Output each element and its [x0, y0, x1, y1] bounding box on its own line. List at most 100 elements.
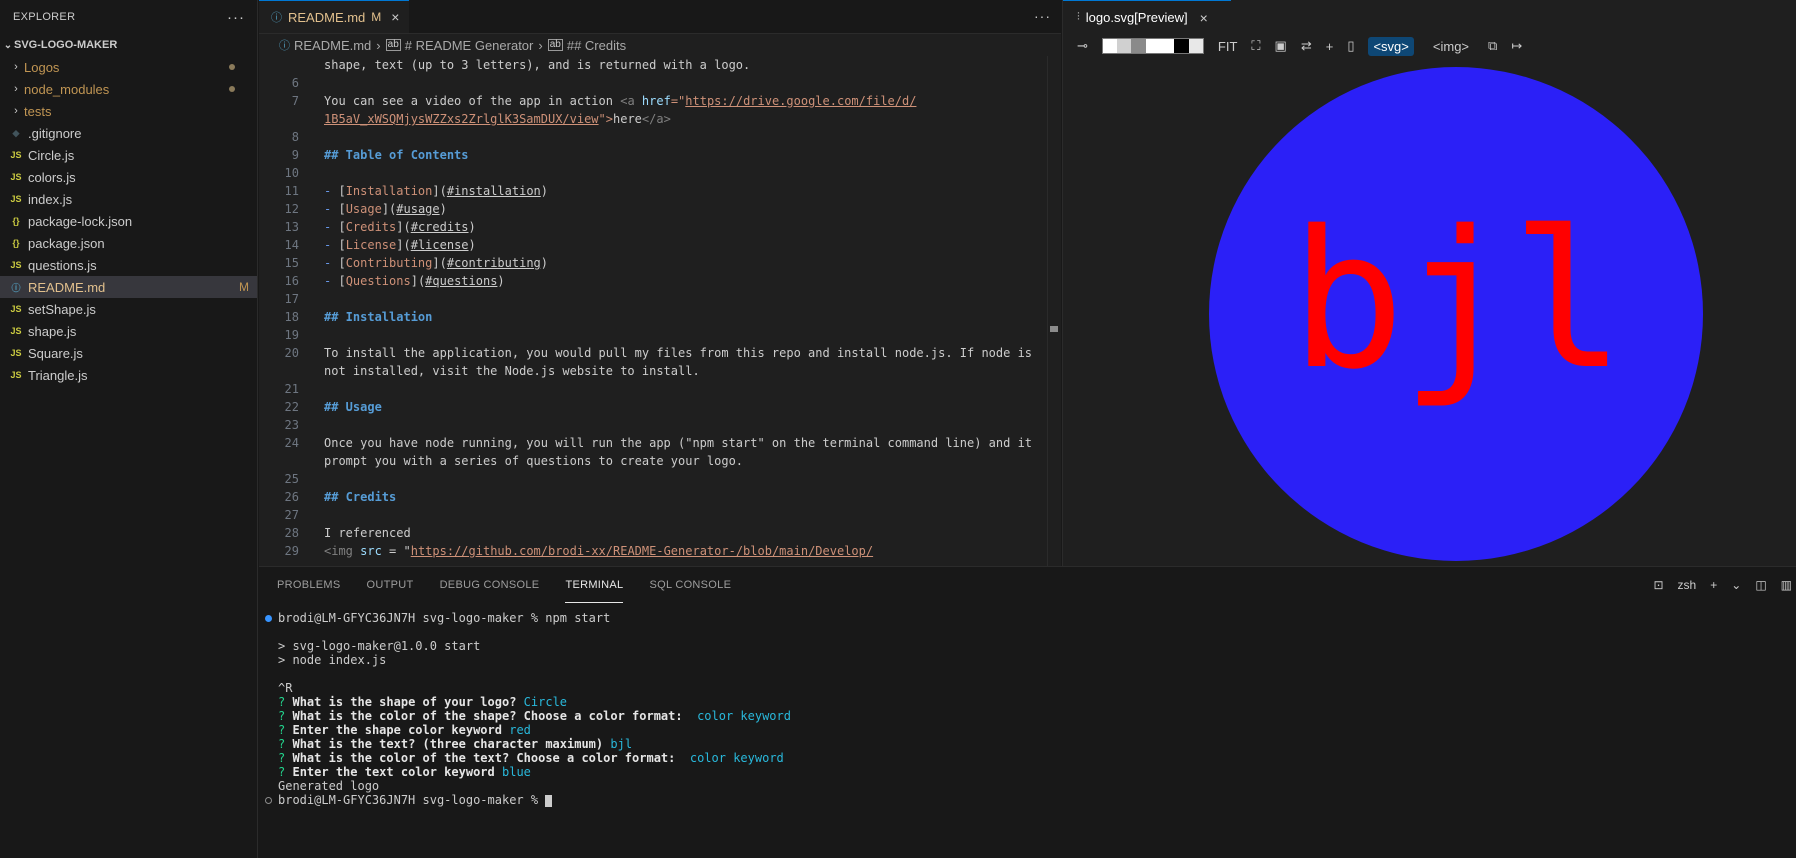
js-icon: JS — [10, 150, 22, 160]
tree-item[interactable]: JS setShape.js — [0, 298, 257, 320]
code-url[interactable]: 1B5aV_xWSQMjysWZZxs2ZrlglK3SamDUX/view — [324, 112, 599, 126]
json-icon: {} — [12, 216, 20, 226]
zoom-actual-icon[interactable]: ▣ — [1275, 38, 1287, 54]
bg-swatch-light-2[interactable] — [1188, 39, 1203, 53]
code-url[interactable]: https://github.com/brodi-xx/README-Gener… — [411, 544, 873, 558]
terminal-text: brodi@LM-GFYC36JN7H svg-logo-maker % — [278, 793, 546, 807]
shell-name[interactable]: zsh — [1678, 578, 1697, 592]
zoom-fit-icon[interactable]: ⛶ — [1251, 38, 1260, 54]
code-attr: src — [360, 544, 382, 558]
tab-label: README.md — [288, 9, 366, 25]
crosshair-icon[interactable]: + — [1326, 39, 1334, 54]
chevron-right-icon: › — [538, 37, 543, 53]
export-icon[interactable]: ↦ — [1511, 38, 1522, 54]
tree-item[interactable]: JS shape.js — [0, 320, 257, 342]
code-bracket: ) — [439, 202, 447, 216]
tree-item[interactable]: › Logos — [0, 56, 257, 78]
link-url[interactable]: #contributing — [447, 256, 541, 270]
terminal-line: ? What is the shape of your logo? Circle — [259, 695, 1796, 709]
line-number: 14 — [284, 238, 299, 252]
close-icon[interactable]: × — [391, 9, 399, 25]
project-root[interactable]: ⌄ SVG-LOGO-MAKER — [0, 34, 257, 56]
code-str: = " — [381, 544, 411, 558]
panel-tab-problems[interactable]: PROBLEMS — [277, 567, 341, 603]
tree-item[interactable]: JS Square.js — [0, 342, 257, 364]
code-line: 27 — [259, 506, 324, 524]
code-url[interactable]: https://drive.google.com/file/d/ — [685, 94, 916, 108]
code-line: 24 Once you have node running, you will r… — [259, 434, 1032, 452]
code-editor[interactable]: shape, text (up to 3 letters), and is re… — [259, 56, 1049, 566]
link-url[interactable]: #installation — [447, 184, 541, 198]
pin-icon[interactable]: ⊸ — [1077, 38, 1088, 54]
project-name: SVG-LOGO-MAKER — [14, 39, 118, 51]
link-url[interactable]: #usage — [396, 202, 439, 216]
editor-scrollbar[interactable] — [1047, 56, 1061, 566]
img-mode-button[interactable]: <img> — [1428, 37, 1474, 56]
bg-swatch-black[interactable] — [1174, 39, 1189, 53]
preview-toolbar: ⊸ FIT ⛶ ▣ ⇄ + ▯ <svg> <img> ⧉ ↦ — [1063, 34, 1796, 58]
ruler-icon[interactable]: ▯ — [1347, 38, 1354, 54]
terminal-line: brodi@LM-GFYC36JN7H svg-logo-maker % npm… — [259, 611, 1796, 625]
editor-more-icon[interactable]: ··· — [1034, 8, 1051, 24]
explorer-more-icon[interactable]: ··· — [227, 9, 245, 26]
line-number: 11 — [284, 184, 299, 198]
swap-icon[interactable]: ⇄ — [1301, 38, 1312, 54]
breadcrumb-heading-1[interactable]: # README Generator — [405, 38, 534, 53]
bg-swatch-white-3[interactable] — [1160, 39, 1175, 53]
tree-item[interactable]: JS colors.js — [0, 166, 257, 188]
tree-item-label: package.json — [28, 235, 105, 251]
line-number: 24 — [284, 436, 299, 450]
trash-icon[interactable]: ▥ — [1781, 578, 1792, 592]
bg-swatch-gray[interactable] — [1131, 39, 1146, 53]
tree-item[interactable]: › node_modules — [0, 78, 257, 100]
json-icon: {} — [12, 238, 20, 248]
svg-mode-button[interactable]: <svg> — [1368, 36, 1414, 56]
tree-item[interactable]: {} package-lock.json — [0, 210, 257, 232]
panel-tab-debug-console[interactable]: DEBUG CONSOLE — [440, 567, 540, 603]
fit-button[interactable]: FIT — [1218, 39, 1238, 54]
link-url[interactable]: #questions — [425, 274, 497, 288]
tree-item[interactable]: {} package.json — [0, 232, 257, 254]
code-text: You can see a video of the app in action — [324, 94, 621, 108]
line-number: 27 — [284, 508, 299, 522]
breadcrumb-heading-2[interactable]: ## Credits — [567, 38, 626, 53]
panel-tab-terminal[interactable]: TERMINAL — [565, 567, 624, 603]
line-number: 15 — [284, 256, 299, 270]
terminal-question: What is the shape of your logo? — [292, 695, 517, 709]
code-bracket: ) — [497, 274, 505, 288]
terminal-line: > svg-logo-maker@1.0.0 start — [259, 639, 1796, 653]
link-url[interactable]: #license — [411, 238, 469, 252]
chevron-down-icon[interactable]: ⌄ — [1731, 578, 1741, 592]
new-terminal-icon[interactable]: + — [1710, 578, 1717, 592]
split-terminal-icon[interactable]: ◫ — [1755, 578, 1766, 592]
code-line: 6 — [259, 74, 324, 92]
panel-tab-output[interactable]: OUTPUT — [367, 567, 414, 603]
code-line: 20 To install the application, you would … — [259, 344, 1032, 362]
tree-item[interactable]: JS index.js — [0, 188, 257, 210]
terminal-output[interactable]: brodi@LM-GFYC36JN7H svg-logo-maker % npm… — [259, 611, 1796, 807]
tree-item[interactable]: ◆ .gitignore — [0, 122, 257, 144]
tree-item[interactable]: JS questions.js — [0, 254, 257, 276]
tab-readme[interactable]: ⓘ README.md M × — [259, 0, 409, 33]
tree-item[interactable]: ⓘ README.md M — [0, 276, 257, 298]
tree-item[interactable]: JS Triangle.js — [0, 364, 257, 386]
breadcrumb-file[interactable]: README.md — [294, 38, 371, 53]
bg-swatch-white-2[interactable] — [1145, 39, 1161, 53]
link-url[interactable]: #credits — [411, 220, 469, 234]
bg-swatch-white[interactable] — [1102, 39, 1118, 53]
bg-swatch-light[interactable] — [1117, 39, 1132, 53]
panel-tab-sql-console[interactable]: SQL CONSOLE — [649, 567, 731, 603]
copy-icon[interactable]: ⧉ — [1488, 38, 1497, 54]
background-picker[interactable] — [1101, 38, 1204, 54]
list-dash: - — [324, 220, 339, 234]
info-icon: ⓘ — [279, 40, 290, 52]
terminal-icon: ⊡ — [1653, 578, 1664, 592]
line-number: 26 — [284, 490, 299, 504]
tab-logo-preview[interactable]: ⫶ logo.svg[Preview] × — [1063, 0, 1231, 34]
code-line: 14 - [License](#license) — [259, 236, 476, 254]
close-icon[interactable]: × — [1200, 10, 1208, 26]
explorer-title: EXPLORER — [13, 11, 76, 23]
tree-item[interactable]: › tests — [0, 100, 257, 122]
tree-item[interactable]: JS Circle.js — [0, 144, 257, 166]
code-line: 29 <img src = "https://github.com/brodi-x… — [259, 542, 874, 560]
